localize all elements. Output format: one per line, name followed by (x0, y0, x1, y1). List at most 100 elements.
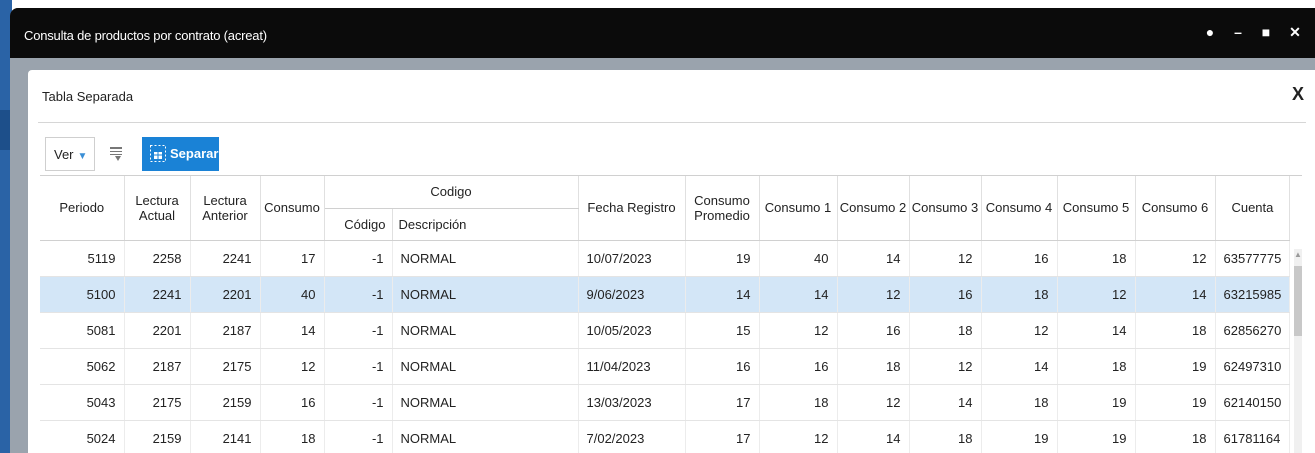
cell-consumo-1: 12 (759, 420, 838, 453)
cell-consumo-5: 12 (1057, 276, 1136, 313)
cell-descripcion: NORMAL (392, 312, 579, 349)
col-header-descripcion[interactable]: Descripción (392, 208, 579, 241)
cell-periodo: 5100 (40, 276, 125, 313)
filter-icon[interactable] (109, 146, 123, 162)
table-row[interactable]: 5024 2159 2141 18 -1 NORMAL 7/02/2023 17 12 14 18 1… (40, 420, 1291, 453)
scrollbar-thumb[interactable] (1294, 266, 1302, 336)
cell-lectura-actual: 2201 (124, 312, 191, 349)
cell-lectura-anterior: 2201 (190, 276, 261, 313)
header-lectura-anterior-label: Lectura Anterior (202, 192, 248, 223)
cell-fecha-registro: 13/03/2023 (578, 384, 686, 421)
cell-consumo-promedio: 16 (685, 348, 760, 385)
header-consumo-promedio-label: Consumo Promedio (694, 192, 750, 223)
col-header-cuenta[interactable]: Cuenta (1215, 176, 1291, 241)
cell-consumo-promedio: 17 (685, 384, 760, 421)
cell-consumo-promedio: 15 (685, 312, 760, 349)
consumo-table: Periodo Lectura Actual Lectura Anterior … (40, 176, 1291, 453)
cell-consumo-5: 19 (1057, 384, 1136, 421)
cell-consumo-promedio: 17 (685, 420, 760, 453)
cell-consumo-5: 18 (1057, 348, 1136, 385)
cell-periodo: 5119 (40, 240, 125, 277)
separar-button[interactable]: Separar (142, 137, 219, 171)
caret-down-icon: ▼ (77, 151, 88, 162)
cell-consumo-1: 16 (759, 348, 838, 385)
table-row[interactable]: 5062 2187 2175 12 -1 NORMAL 11/04/2023 16 16 18 12… (40, 348, 1291, 385)
col-header-consumo-2[interactable]: Consumo 2 (837, 176, 910, 241)
cell-fecha-registro: 9/06/2023 (578, 276, 686, 313)
cell-consumo-6: 19 (1135, 348, 1216, 385)
cell-consumo-2: 14 (837, 240, 910, 277)
cell-consumo-5: 14 (1057, 312, 1136, 349)
col-header-consumo-4[interactable]: Consumo 4 (981, 176, 1058, 241)
cell-consumo-4: 18 (981, 384, 1058, 421)
cell-consumo-2: 16 (837, 312, 910, 349)
col-header-consumo[interactable]: Consumo (260, 176, 325, 241)
cell-lectura-actual: 2187 (124, 348, 191, 385)
separar-label: Separar (170, 146, 219, 161)
col-header-consumo-promedio[interactable]: Consumo Promedio (685, 176, 760, 241)
cell-lectura-anterior: 2241 (190, 240, 261, 277)
cell-consumo-3: 16 (909, 276, 982, 313)
header-lectura-actual-label: Lectura Actual (135, 192, 179, 223)
cell-periodo: 5024 (40, 420, 125, 453)
cell-consumo-5: 19 (1057, 420, 1136, 453)
ver-dropdown[interactable]: Ver ▼ (45, 137, 95, 171)
cell-consumo-1: 18 (759, 384, 838, 421)
col-header-consumo-1[interactable]: Consumo 1 (759, 176, 838, 241)
dialog-divider (38, 122, 1306, 123)
cell-descripcion: NORMAL (392, 420, 579, 453)
col-header-consumo-6[interactable]: Consumo 6 (1135, 176, 1216, 241)
cell-consumo-2: 14 (837, 420, 910, 453)
table-row[interactable]: 5081 2201 2187 14 -1 NORMAL 10/05/2023 15 12 16 18… (40, 312, 1291, 349)
window-titlebar: Consulta de productos por contrato (acre… (10, 8, 1315, 58)
cell-consumo-4: 19 (981, 420, 1058, 453)
col-header-consumo-3[interactable]: Consumo 3 (909, 176, 982, 241)
pin-icon[interactable]: ● (1200, 24, 1220, 40)
dialog-close-button[interactable]: X (1292, 84, 1304, 105)
minimize-icon[interactable]: – (1228, 24, 1248, 40)
cell-lectura-anterior: 2175 (190, 348, 261, 385)
scroll-up-icon[interactable]: ▲ (1294, 250, 1302, 259)
maximize-icon[interactable]: ■ (1256, 24, 1276, 40)
cell-consumo-3: 18 (909, 312, 982, 349)
cell-lectura-actual: 2258 (124, 240, 191, 277)
col-header-codigo[interactable]: Código (324, 208, 393, 241)
cell-periodo: 5043 (40, 384, 125, 421)
cell-consumo-6: 19 (1135, 384, 1216, 421)
cell-consumo-2: 12 (837, 276, 910, 313)
cell-consumo-1: 40 (759, 240, 838, 277)
cell-cuenta: 63215985 (1215, 276, 1291, 313)
cell-consumo: 14 (260, 312, 325, 349)
col-header-lectura-anterior[interactable]: Lectura Anterior (190, 176, 261, 241)
cell-consumo-3: 12 (909, 240, 982, 277)
cell-consumo-6: 14 (1135, 276, 1216, 313)
cell-cuenta: 62140150 (1215, 384, 1291, 421)
cell-consumo-6: 18 (1135, 420, 1216, 453)
cell-codigo: -1 (324, 384, 393, 421)
window-title: Consulta de productos por contrato (acre… (24, 28, 267, 43)
table-row[interactable]: 5100 2241 2201 40 -1 NORMAL 9/06/2023 14 14 12 16 1… (40, 276, 1291, 313)
cell-codigo: -1 (324, 420, 393, 453)
cell-consumo: 40 (260, 276, 325, 313)
cell-fecha-registro: 10/05/2023 (578, 312, 686, 349)
col-header-lectura-actual[interactable]: Lectura Actual (124, 176, 191, 241)
cell-fecha-registro: 11/04/2023 (578, 348, 686, 385)
cell-cuenta: 62497310 (1215, 348, 1291, 385)
col-header-periodo[interactable]: Periodo (40, 176, 125, 241)
cell-descripcion: NORMAL (392, 348, 579, 385)
cell-consumo-4: 18 (981, 276, 1058, 313)
table-row[interactable]: 5043 2175 2159 16 -1 NORMAL 13/03/2023 17 18 12 14… (40, 384, 1291, 421)
cell-cuenta: 61781164 (1215, 420, 1291, 453)
col-header-consumo-5[interactable]: Consumo 5 (1057, 176, 1136, 241)
cell-consumo: 12 (260, 348, 325, 385)
cell-fecha-registro: 7/02/2023 (578, 420, 686, 453)
window-close-icon[interactable]: ✕ (1285, 24, 1305, 41)
cell-codigo: -1 (324, 348, 393, 385)
cell-descripcion: NORMAL (392, 384, 579, 421)
cell-consumo-3: 14 (909, 384, 982, 421)
cell-periodo: 5062 (40, 348, 125, 385)
consumo-grid: Periodo Lectura Actual Lectura Anterior … (40, 175, 1302, 453)
col-header-fecha-registro[interactable]: Fecha Registro (578, 176, 686, 241)
table-row[interactable]: 5119 2258 2241 17 -1 NORMAL 10/07/2023 19 40 14 12… (40, 240, 1291, 277)
cell-lectura-actual: 2159 (124, 420, 191, 453)
